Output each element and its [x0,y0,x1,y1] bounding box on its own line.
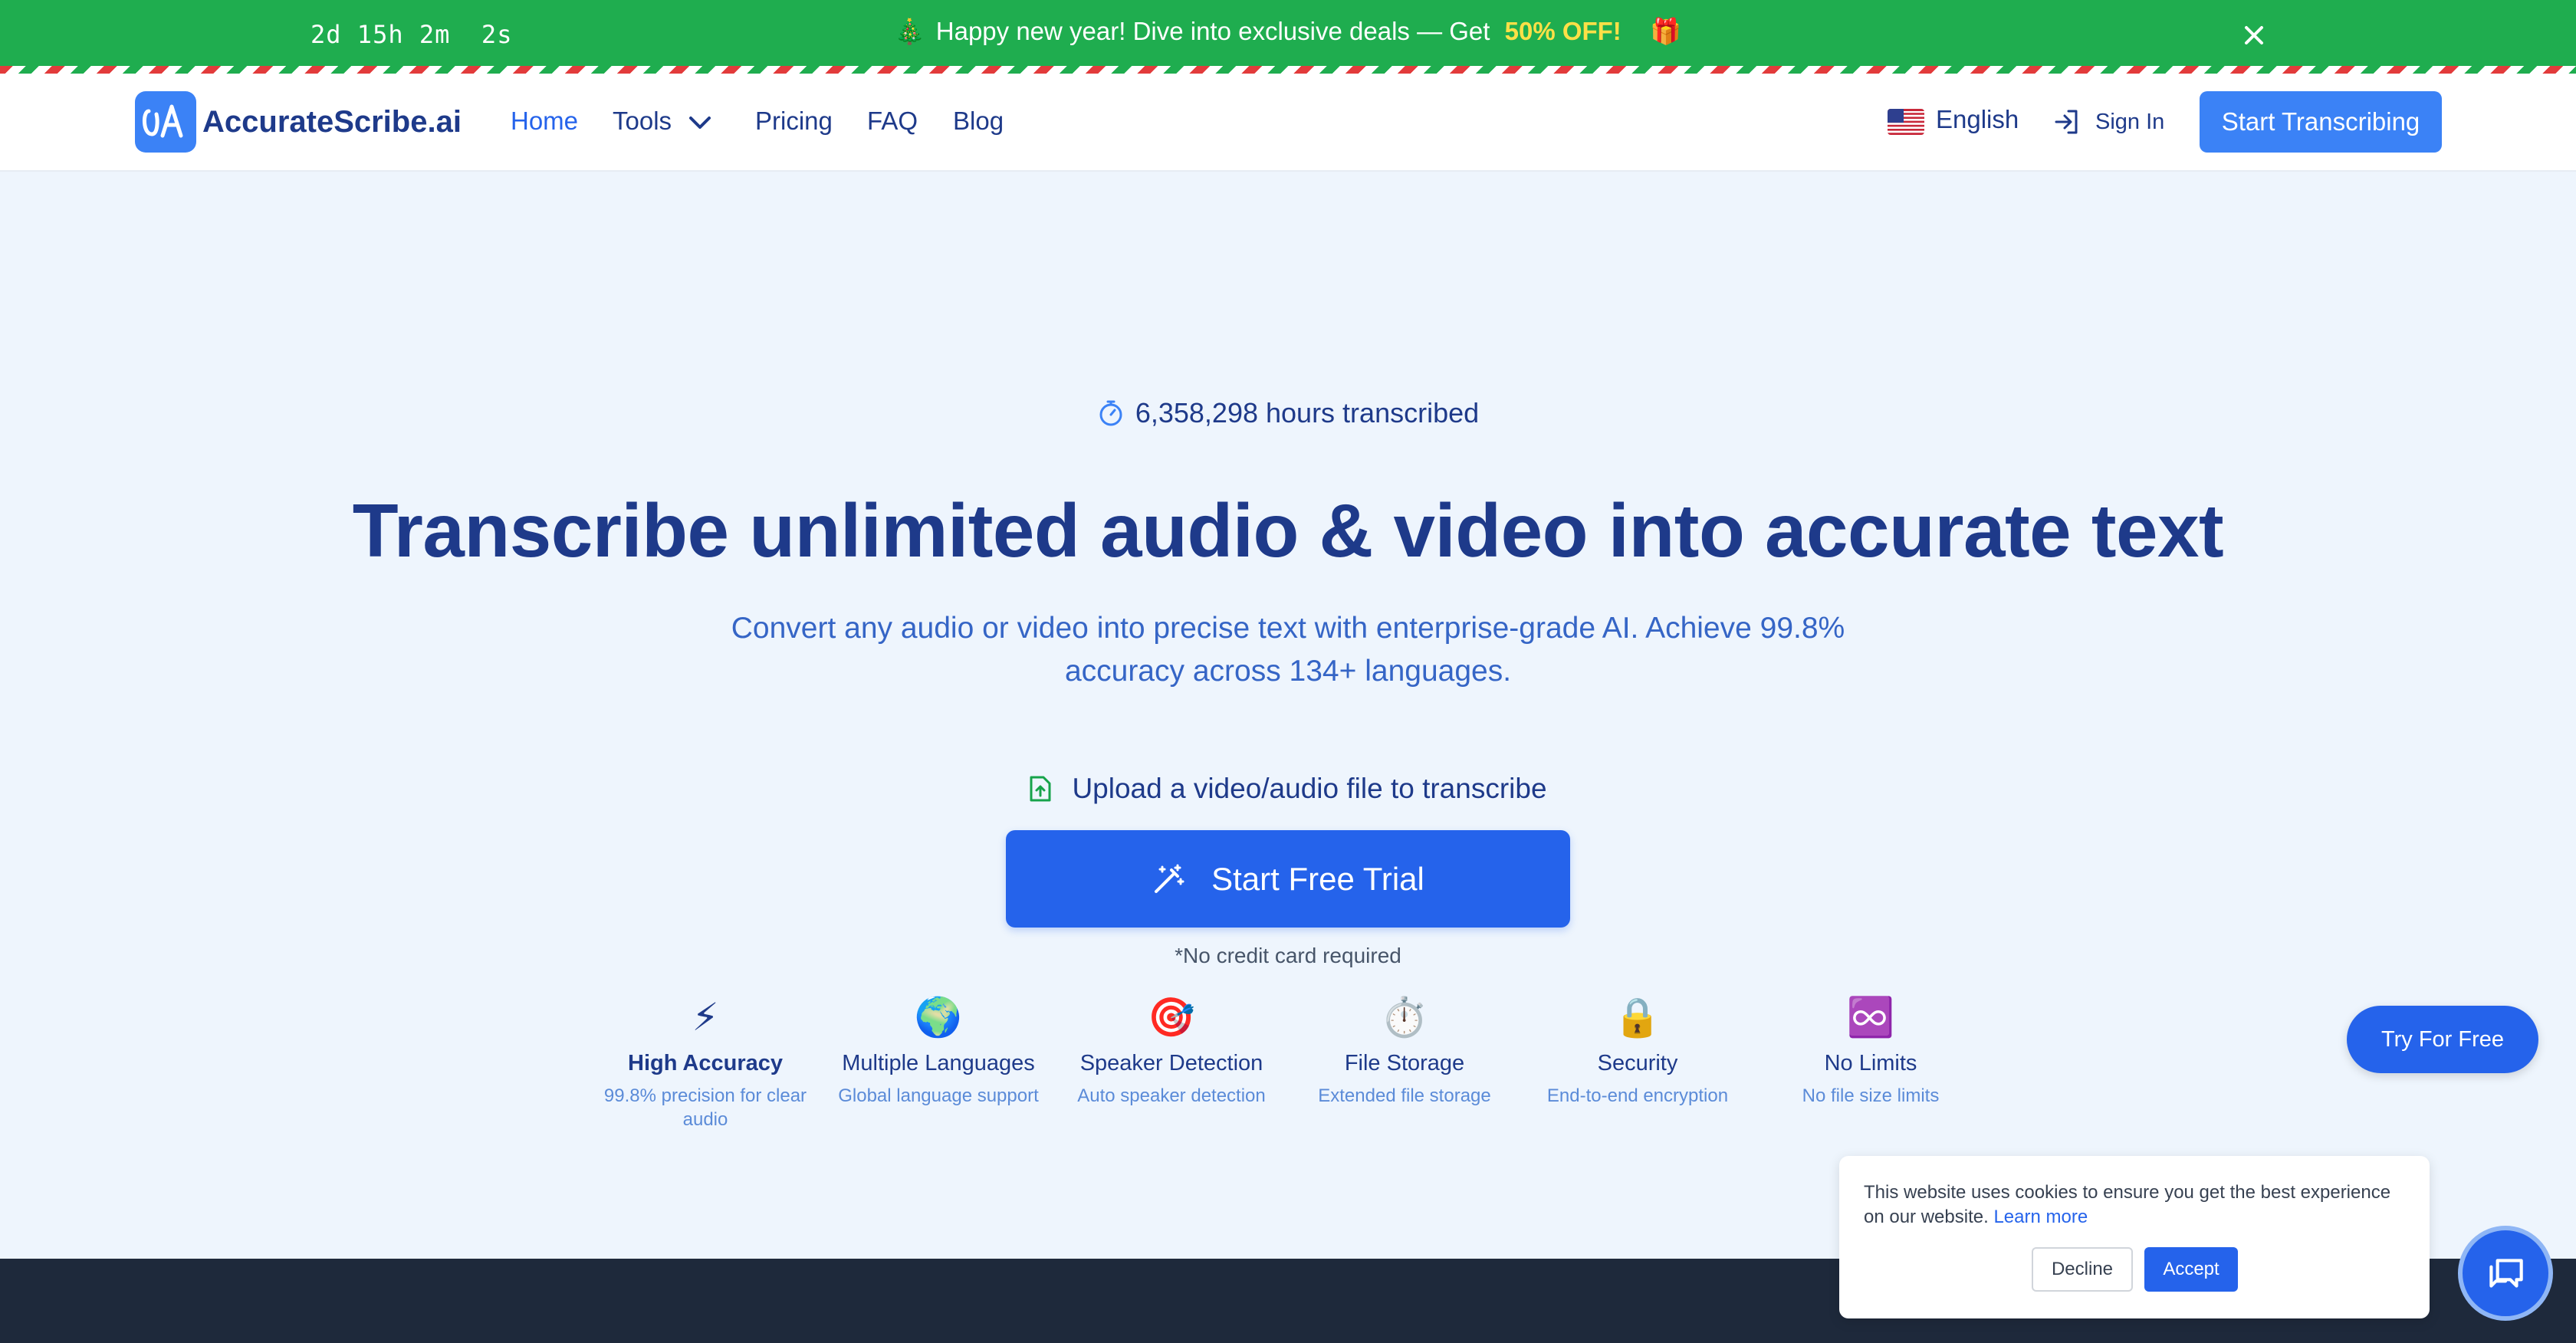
site-header: AccurateScribe.ai Home Tools Pricing FAQ… [0,74,2576,172]
stopwatch-icon: ⏱️ [1380,996,1429,1039]
feature-desc: No file size limits [1802,1085,1940,1106]
logo-icon[interactable] [135,91,196,153]
upload-prompt: Upload a video/audio file to transcribe [0,773,2576,805]
sign-in-link[interactable]: Sign In [2095,110,2164,135]
cookie-message: This website uses cookies to ensure you … [1864,1180,2408,1230]
feature-desc: Global language support [838,1085,1039,1106]
chat-icon [2489,1259,2523,1288]
feature-title: Speaker Detection [1079,1051,1263,1075]
feature-title: High Accuracy [628,1051,783,1075]
start-free-trial-button[interactable]: Start Free Trial [1006,830,1570,928]
hours-stat: 6,358,298 hours transcribed [0,397,2576,429]
feature-desc: 99.8% precision for clear audio [603,1085,807,1130]
chevron-down-icon[interactable] [686,112,714,133]
sign-in-icon[interactable] [2052,107,2082,137]
gift-icon: 🎁 [1649,17,1682,45]
feature-title: No Limits [1824,1051,1917,1075]
cookie-text: This website uses cookies to ensure you … [1864,1182,2391,1227]
learn-more-link[interactable]: Learn more [1993,1207,2088,1227]
hero-subtitle: Convert any audio or video into precise … [731,612,1845,688]
trial-button-label: Start Free Trial [1211,860,1424,897]
accept-button[interactable]: Accept [2144,1247,2238,1292]
feature-high-accuracy: ⚡ High Accuracy 99.8% precision for clea… [596,993,814,1131]
feature-desc: Auto speaker detection [1077,1085,1266,1106]
nav-home[interactable]: Home [511,107,578,136]
magic-wand-icon [1155,864,1184,893]
decline-button[interactable]: Decline [2032,1247,2133,1292]
target-icon: 🎯 [1147,996,1196,1039]
nav-pricing[interactable]: Pricing [755,107,833,136]
feature-security: 🔒 Security End-to-end encryption [1529,993,1746,1108]
promo-stripe-border [0,66,2576,74]
promo-text: Happy new year! Dive into exclusive deal… [935,17,1490,45]
start-transcribing-button[interactable]: Start Transcribing [2200,91,2442,153]
hero-title: Transcribe unlimited audio & video into … [352,488,2224,573]
cookie-banner: This website uses cookies to ensure you … [1839,1156,2430,1318]
infinity-icon: ♾️ [1846,996,1895,1039]
nav-blog[interactable]: Blog [953,107,1004,136]
feature-title: Security [1597,1051,1678,1075]
christmas-tree-icon: 🎄 [894,18,925,45]
language-selector[interactable]: English [1936,105,2019,134]
feature-desc: End-to-end encryption [1546,1085,1729,1106]
close-icon[interactable] [2239,20,2269,51]
feature-multiple-languages: 🌍 Multiple Languages Global language sup… [830,993,1047,1108]
lightning-icon: ⚡ [692,996,719,1039]
feature-title: File Storage [1344,1051,1465,1075]
upload-label: Upload a video/audio file to transcribe [1072,773,1547,804]
feature-title: Multiple Languages [842,1051,1035,1075]
chat-button[interactable] [2458,1226,2553,1321]
promo-discount: 50% OFF! [1504,17,1622,45]
feature-file-storage: ⏱️ File Storage Extended file storage [1296,993,1513,1108]
promo-message: 🎄 Happy new year! Dive into exclusive dea… [0,17,2576,47]
us-flag-icon[interactable] [1888,109,1924,135]
stopwatch-icon [1099,400,1122,426]
feature-speaker-detection: 🎯 Speaker Detection Auto speaker detecti… [1063,993,1280,1108]
try-for-free-button[interactable]: Try For Free [2347,1006,2538,1073]
promo-banner: 2d 15h 2m 2s 🎄 Happy new year! Dive into … [0,0,2576,69]
feature-no-limits: ♾️ No Limits No file size limits [1762,993,1980,1108]
nav-faq[interactable]: FAQ [867,107,918,136]
no-credit-card-note: *No credit card required [1175,944,1401,967]
brand-name[interactable]: AccurateScribe.ai [202,105,462,140]
nav-tools[interactable]: Tools [613,107,672,136]
feature-desc: Extended file storage [1318,1085,1491,1106]
file-upload-icon [1030,776,1051,802]
globe-icon: 🌍 [914,996,963,1039]
lock-icon: 🔒 [1613,996,1662,1039]
hours-stat-text: 6,358,298 hours transcribed [1135,397,1480,429]
